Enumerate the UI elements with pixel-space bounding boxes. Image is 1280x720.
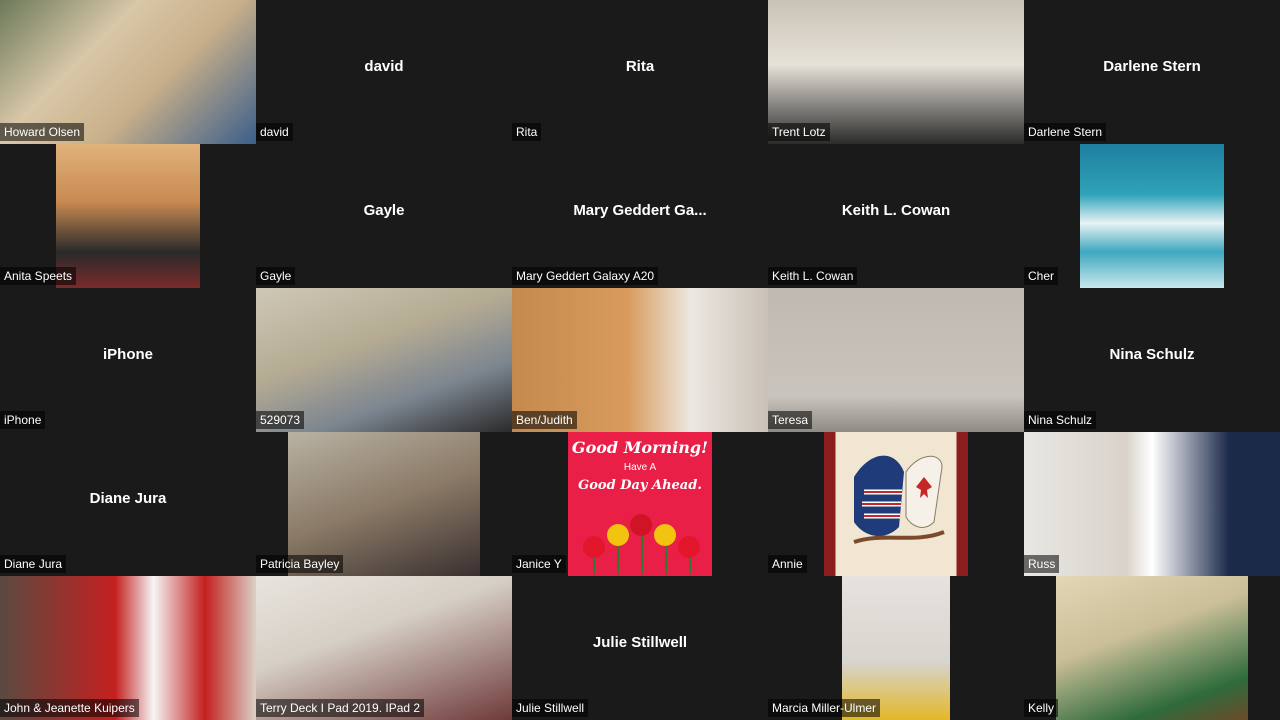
participant-name-label: Mary Geddert Galaxy A20 <box>512 267 659 285</box>
greeting-title: Good Morning! <box>571 438 709 457</box>
participant-tile[interactable]: Good Morning! Have A Good Day Ahead. Jan… <box>512 432 768 576</box>
participant-tile[interactable]: Cher <box>1024 144 1280 288</box>
participant-center-name: david <box>364 58 404 75</box>
participant-video <box>1024 432 1280 576</box>
participant-name-label: Rita <box>512 123 542 141</box>
participant-center-name: Rita <box>625 58 655 75</box>
participant-tile[interactable]: Mary Geddert Ga... Mary Geddert Galaxy A… <box>512 144 768 288</box>
participant-name-label: Marcia Miller-Ulmer <box>768 699 880 717</box>
flower-icon <box>654 524 676 546</box>
participant-name-label: Russ <box>1024 555 1060 573</box>
participant-tile[interactable]: John & Jeanette Kuipers <box>0 576 256 720</box>
participant-tile[interactable]: Terry Deck I Pad 2019. IPad 2 <box>256 576 512 720</box>
participant-tile[interactable]: 529073 <box>256 288 512 432</box>
participant-tile[interactable]: Nina Schulz Nina Schulz <box>1024 288 1280 432</box>
participant-center-name: iPhone <box>102 346 153 363</box>
participant-tile[interactable]: iPhone iPhone <box>0 288 256 432</box>
participant-name-label: Ben/Judith <box>512 411 577 429</box>
participant-center-name: Gayle <box>363 202 405 219</box>
participant-name-label: 529073 <box>256 411 305 429</box>
participant-center-name: Nina Schulz <box>1109 346 1195 363</box>
flower-icon <box>607 524 629 546</box>
flower-icon <box>583 536 605 558</box>
participant-tile[interactable]: Darlene Stern Darlene Stern <box>1024 0 1280 144</box>
participant-name-label: david <box>256 123 293 141</box>
participant-name-label: Howard Olsen <box>0 123 85 141</box>
participant-center-name: Darlene Stern <box>1103 58 1201 75</box>
flower-icon <box>678 536 700 558</box>
greeting-subtitle: Have A <box>623 462 657 473</box>
participant-video <box>824 432 968 576</box>
participant-tile[interactable]: Marcia Miller-Ulmer <box>768 576 1024 720</box>
participant-name-label: Darlene Stern <box>1024 123 1107 141</box>
participant-center-name: Diane Jura <box>89 490 167 507</box>
participant-tile[interactable]: Russ <box>1024 432 1280 576</box>
participant-tile[interactable]: Ben/Judith <box>512 288 768 432</box>
participant-name-label: Trent Lotz <box>768 123 830 141</box>
participant-tile[interactable]: Trent Lotz <box>768 0 1024 144</box>
participant-name-label: Nina Schulz <box>1024 411 1097 429</box>
participant-video: Good Morning! Have A Good Day Ahead. <box>568 432 712 576</box>
participant-name-label: Diane Jura <box>0 555 67 573</box>
participant-name-label: Janice Y <box>512 555 566 573</box>
participant-tile[interactable]: Keith L. Cowan Keith L. Cowan <box>768 144 1024 288</box>
participant-video <box>1056 576 1248 720</box>
participant-tile[interactable]: Annie <box>768 432 1024 576</box>
participant-tile[interactable]: Rita Rita <box>512 0 768 144</box>
participant-name-label: Teresa <box>768 411 813 429</box>
greeting-subtitle-2: Good Day Ahead. <box>578 478 702 493</box>
eagle-flag-icon <box>853 455 945 544</box>
participant-video <box>1080 144 1224 288</box>
participant-tile[interactable]: Patricia Bayley <box>256 432 512 576</box>
participant-center-name: Mary Geddert Ga... <box>573 202 707 219</box>
participant-center-name: Keith L. Cowan <box>841 202 951 219</box>
participant-name-label: John & Jeanette Kuipers <box>0 699 139 717</box>
participant-name-label: Terry Deck I Pad 2019. IPad 2 <box>256 699 425 717</box>
participant-tile[interactable]: Julie Stillwell Julie Stillwell <box>512 576 768 720</box>
participant-name-label: Keith L. Cowan <box>768 267 858 285</box>
participant-tile[interactable]: Teresa <box>768 288 1024 432</box>
participant-tile[interactable]: david david <box>256 0 512 144</box>
participant-name-label: Cher <box>1024 267 1059 285</box>
gallery-view: Howard Olsen david david Rita Rita Trent… <box>0 0 1280 720</box>
participant-name-label: Patricia Bayley <box>256 555 344 573</box>
participant-name-label: Kelly <box>1024 699 1059 717</box>
participant-tile[interactable]: Howard Olsen <box>0 0 256 144</box>
participant-tile[interactable]: Kelly <box>1024 576 1280 720</box>
participant-name-label: iPhone <box>0 411 46 429</box>
flower-icon <box>630 514 652 536</box>
participant-video <box>56 144 200 288</box>
participant-name-label: Anita Speets <box>0 267 77 285</box>
participant-name-label: Gayle <box>256 267 296 285</box>
participant-tile[interactable]: Diane Jura Diane Jura <box>0 432 256 576</box>
participant-center-name: Julie Stillwell <box>592 634 688 651</box>
participant-tile[interactable]: Anita Speets <box>0 144 256 288</box>
participant-name-label: Annie <box>768 555 807 573</box>
participant-name-label: Julie Stillwell <box>512 699 589 717</box>
participant-tile[interactable]: Gayle Gayle <box>256 144 512 288</box>
